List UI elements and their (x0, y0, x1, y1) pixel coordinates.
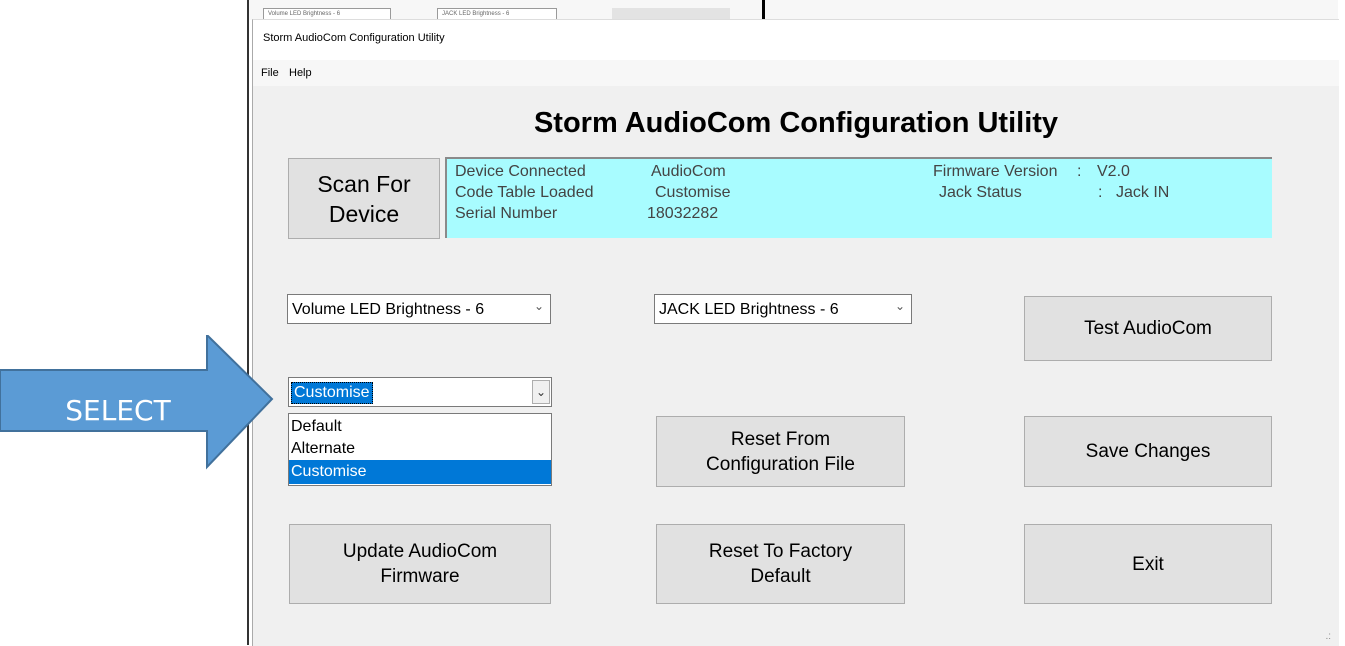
app-title: Storm AudioCom Configuration Utility (533, 107, 1059, 139)
window-title: Storm AudioCom Configuration Utility (263, 32, 445, 44)
resize-grip-icon[interactable]: .: (1325, 631, 1331, 642)
select-annotation-label: SELECT (65, 394, 171, 427)
dropdown-option-default[interactable]: Default (289, 415, 551, 439)
reset-to-factory-default-button[interactable]: Reset To Factory Default (656, 524, 905, 604)
code-table-value: Customise (655, 184, 731, 201)
serial-number-label: Serial Number (455, 205, 558, 222)
jack-led-brightness-select[interactable]: JACK LED Brightness - 6 ⌄ (654, 294, 912, 324)
firmware-version-label: Firmware Version (933, 163, 1058, 180)
serial-number-value: 18032282 (647, 205, 719, 222)
jack-led-brightness-value: JACK LED Brightness - 6 (659, 301, 839, 318)
code-table-select[interactable]: Customise ⌄ (288, 377, 552, 407)
title-bar[interactable]: Storm AudioCom Configuration Utility (253, 20, 1339, 60)
menu-help[interactable]: Help (289, 67, 312, 79)
chevron-down-icon: ⌄ (533, 299, 544, 313)
firmware-separator: : (1077, 163, 1082, 180)
device-connected-label: Device Connected (455, 163, 586, 180)
code-table-dropdown-list: Default Alternate Customise (288, 413, 552, 486)
update-firmware-button[interactable]: Update AudioCom Firmware (289, 524, 551, 604)
volume-led-brightness-select[interactable]: Volume LED Brightness - 6 ⌄ (287, 294, 551, 324)
dropdown-option-alternate[interactable]: Alternate (289, 437, 551, 461)
menu-bar: File Help (253, 60, 1339, 86)
jack-status-value: Jack IN (1116, 184, 1170, 201)
save-changes-button[interactable]: Save Changes (1024, 416, 1272, 487)
scan-for-device-button[interactable]: Scan For Device (288, 158, 440, 239)
device-info-panel: Device Connected AudioCom Code Table Loa… (445, 157, 1272, 238)
dropdown-option-customise[interactable]: Customise (289, 460, 551, 484)
app-window: Storm AudioCom Configuration Utility Fil… (252, 19, 1339, 646)
background-window (248, 0, 1338, 20)
jack-status-separator: : (1098, 184, 1103, 201)
code-table-label: Code Table Loaded (455, 184, 594, 201)
device-connected-value: AudioCom (651, 163, 726, 180)
chevron-down-icon: ⌄ (894, 299, 905, 313)
background-edge (247, 0, 249, 645)
test-audiocom-button[interactable]: Test AudioCom (1024, 296, 1272, 361)
reset-from-configuration-file-button[interactable]: Reset From Configuration File (656, 416, 905, 487)
background-divider (762, 0, 765, 19)
exit-button[interactable]: Exit (1024, 524, 1272, 604)
volume-led-brightness-value: Volume LED Brightness - 6 (292, 301, 485, 318)
firmware-version-value: V2.0 (1097, 163, 1130, 180)
jack-status-label: Jack Status (939, 184, 1022, 201)
chevron-down-icon[interactable]: ⌄ (532, 380, 550, 404)
menu-file[interactable]: File (261, 67, 279, 79)
code-table-select-value: Customise (291, 382, 373, 404)
